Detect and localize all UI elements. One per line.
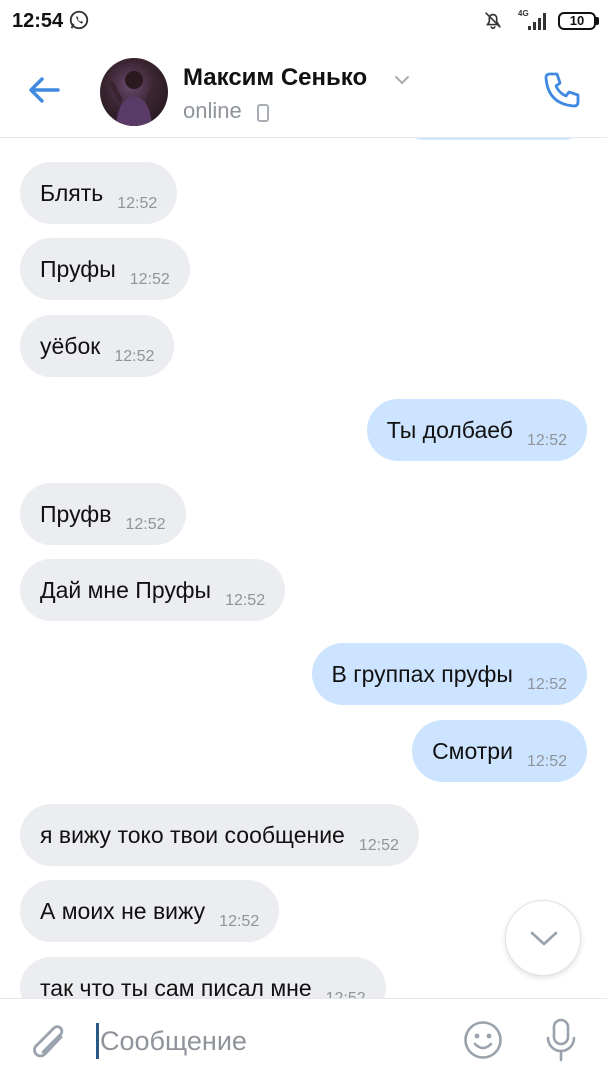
- scroll-to-bottom-button[interactable]: [505, 900, 581, 976]
- chat-header: Максим Сенько online: [0, 42, 607, 138]
- phone-icon[interactable]: [540, 68, 584, 112]
- message-text: я вижу токо твои сообщение: [40, 821, 345, 848]
- message-bubble-partial: [410, 138, 578, 140]
- mute-notifications-icon: [485, 12, 501, 30]
- message-bubble-incoming[interactable]: уёбок 12:52: [20, 315, 175, 377]
- message-bubble-incoming[interactable]: А моих не вижу 12:52: [20, 880, 280, 942]
- message-time: 12:52: [129, 271, 170, 288]
- message-time: 12:52: [125, 516, 166, 533]
- message-time: 12:52: [358, 837, 399, 854]
- battery-icon: 10: [558, 12, 596, 30]
- message-text: Пруфы: [40, 255, 116, 282]
- message-bubble-outgoing[interactable]: Смотри 12:52: [412, 720, 587, 782]
- message-bubble-incoming[interactable]: я вижу токо твои сообщение 12:52: [20, 804, 419, 866]
- message-text: Дай мне Пруфы: [40, 576, 212, 603]
- message-bubble-incoming[interactable]: Блять 12:52: [20, 162, 178, 224]
- message-text: Смотри: [432, 737, 513, 764]
- message-bubble-outgoing[interactable]: В группах пруфы 12:52: [311, 643, 587, 705]
- message-bubble-incoming[interactable]: Пруфы 12:52: [20, 238, 190, 300]
- message-time: 12:52: [225, 592, 266, 609]
- message-time: 12:52: [326, 990, 366, 998]
- whatsapp-notification-icon: [69, 10, 89, 30]
- contact-avatar[interactable]: [100, 58, 168, 126]
- message-time: 12:52: [526, 676, 567, 693]
- avatar-photo: [109, 71, 159, 126]
- message-text: Ты долбаеб: [386, 416, 513, 443]
- text-cursor: [96, 1023, 99, 1059]
- message-bubble-outgoing[interactable]: Ты долбаеб 12:52: [366, 399, 587, 461]
- network-type-label: 4G: [518, 9, 529, 18]
- mobile-device-icon: [257, 104, 269, 122]
- message-time: 12:52: [219, 913, 260, 930]
- contact-name[interactable]: Максим Сенько: [183, 64, 367, 92]
- message-time: 12:52: [526, 432, 567, 449]
- message-text: Пруфв: [40, 500, 112, 527]
- smile-icon[interactable]: [462, 1019, 504, 1061]
- chevron-down-icon[interactable]: [393, 74, 411, 86]
- message-bubble-incoming[interactable]: Дай мне Пруфы 12:52: [20, 559, 286, 621]
- status-bar: 12:54 4G 10: [0, 0, 607, 42]
- message-time: 12:52: [117, 195, 158, 212]
- message-text: Блять: [40, 179, 104, 206]
- message-time: 12:52: [114, 348, 155, 365]
- arrow-left-icon[interactable]: [24, 72, 64, 108]
- message-text: уёбок: [40, 332, 101, 359]
- chevron-down-icon: [530, 931, 558, 946]
- message-text: А моих не вижу: [40, 897, 206, 924]
- message-bubble-incoming[interactable]: Пруфв 12:52: [20, 483, 186, 545]
- contact-online-status: online: [183, 98, 242, 123]
- message-bubble-incoming[interactable]: так что ты сам писал мне 12:52: [20, 957, 386, 998]
- microphone-icon[interactable]: [543, 1017, 579, 1063]
- battery-level: 10: [569, 13, 585, 28]
- status-time: 12:54: [12, 10, 64, 32]
- signal-strength-icon: 4G: [518, 9, 546, 30]
- message-input[interactable]: [100, 1021, 440, 1061]
- message-composer: [0, 998, 607, 1080]
- message-text: В группах пруфы: [331, 660, 513, 687]
- paperclip-icon[interactable]: [26, 1017, 70, 1063]
- message-list[interactable]: Блять 12:52 Пруфы 12:52 уёбок 12:52 Ты д…: [0, 138, 607, 998]
- message-text: так что ты сам писал мне: [40, 974, 312, 999]
- message-time: 12:52: [526, 753, 567, 770]
- battery-tip: [596, 17, 599, 25]
